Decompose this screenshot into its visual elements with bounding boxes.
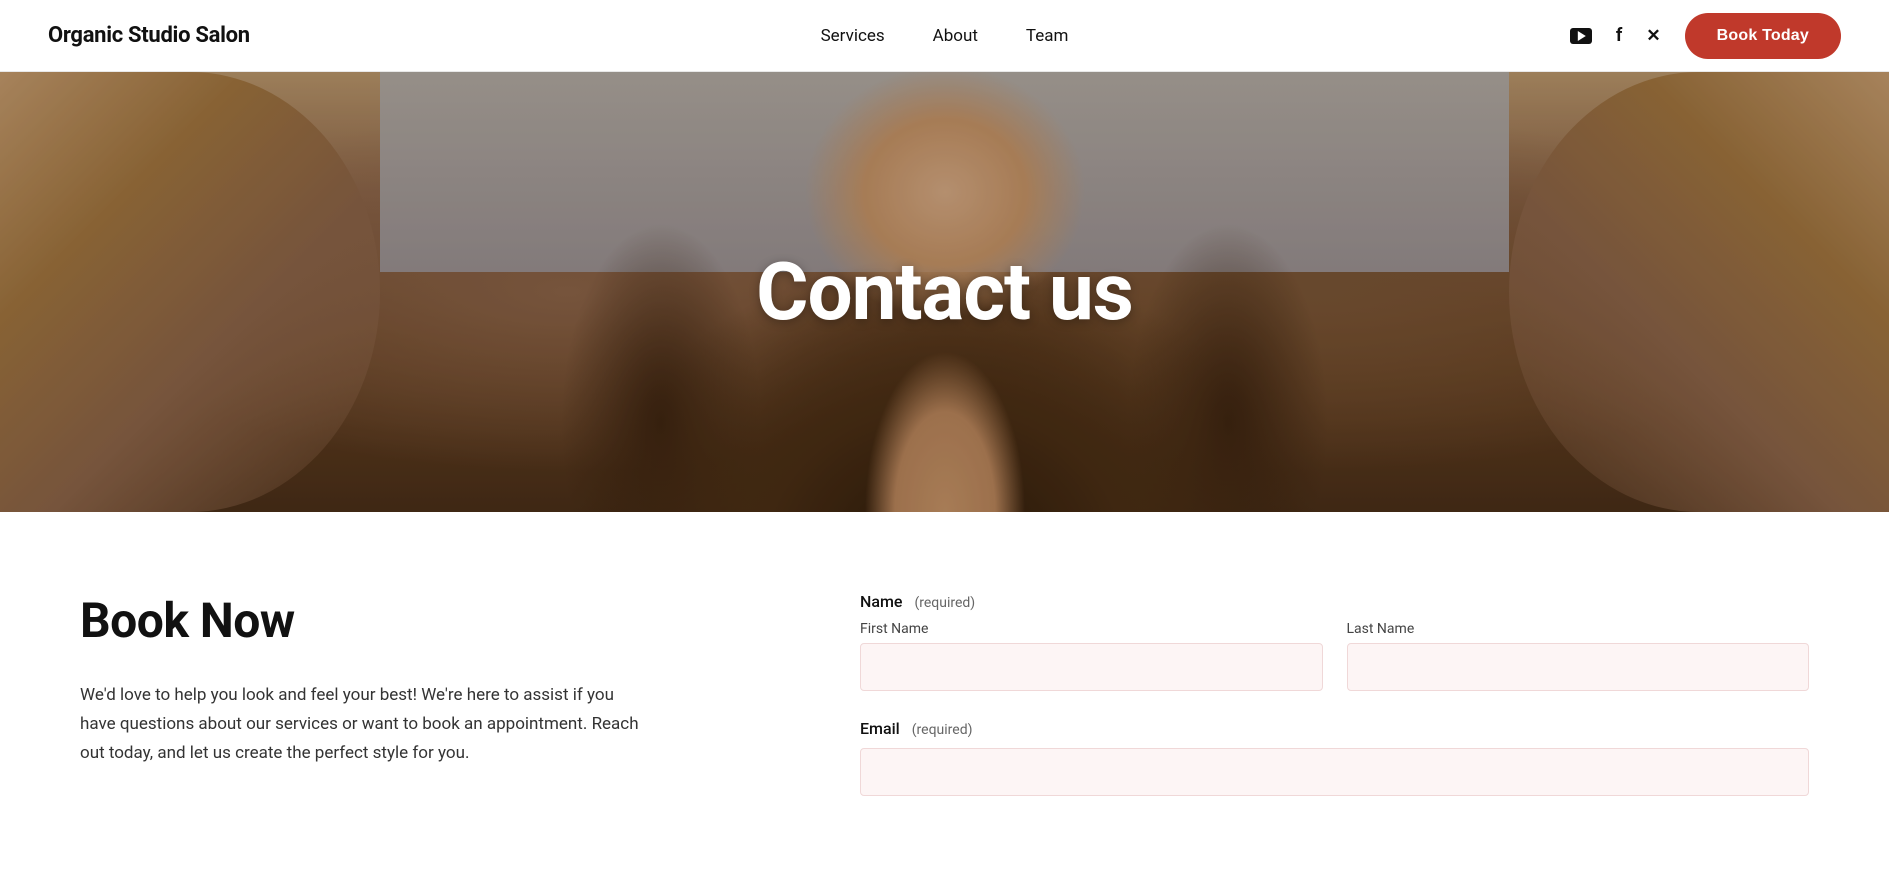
youtube-icon[interactable]: [1570, 28, 1592, 44]
nav-item-team[interactable]: Team: [1026, 26, 1069, 46]
email-input[interactable]: [860, 748, 1809, 796]
last-name-label: Last Name: [1347, 621, 1810, 637]
hero-title: Contact us: [756, 245, 1133, 339]
content-section: Book Now We'd love to help you look and …: [0, 512, 1889, 884]
last-name-col: Last Name: [1347, 621, 1810, 691]
email-required-badge: (required): [912, 722, 973, 738]
first-name-col: First Name: [860, 621, 1323, 691]
contact-form-container: Name (required) First Name Last Name: [860, 592, 1809, 824]
name-required-badge: (required): [914, 595, 975, 611]
form-group-email: Email (required): [860, 719, 1809, 796]
nav-item-about[interactable]: About: [933, 26, 978, 46]
contact-form: Name (required) First Name Last Name: [860, 592, 1809, 796]
facebook-icon[interactable]: f: [1616, 25, 1622, 46]
x-twitter-icon[interactable]: ✕: [1646, 26, 1660, 46]
navbar: Organic Studio Salon Services About Team…: [0, 0, 1889, 72]
site-logo[interactable]: Organic Studio Salon: [48, 23, 250, 48]
last-name-input[interactable]: [1347, 643, 1810, 691]
nav-links: Services About Team: [821, 26, 1069, 46]
first-name-input[interactable]: [860, 643, 1323, 691]
name-label: Name (required): [860, 592, 1809, 611]
hero-section: Contact us: [0, 72, 1889, 512]
book-today-button[interactable]: Book Today: [1685, 13, 1841, 59]
content-left: Book Now We'd love to help you look and …: [80, 592, 780, 824]
book-now-heading: Book Now: [80, 592, 780, 649]
navbar-right: f ✕ Book Today: [1570, 13, 1841, 59]
name-row: First Name Last Name: [860, 621, 1809, 691]
nav-item-services[interactable]: Services: [821, 26, 885, 46]
email-label: Email (required): [860, 719, 1809, 738]
first-name-label: First Name: [860, 621, 1323, 637]
form-group-name: Name (required) First Name Last Name: [860, 592, 1809, 691]
book-now-body: We'd love to help you look and feel your…: [80, 681, 640, 768]
